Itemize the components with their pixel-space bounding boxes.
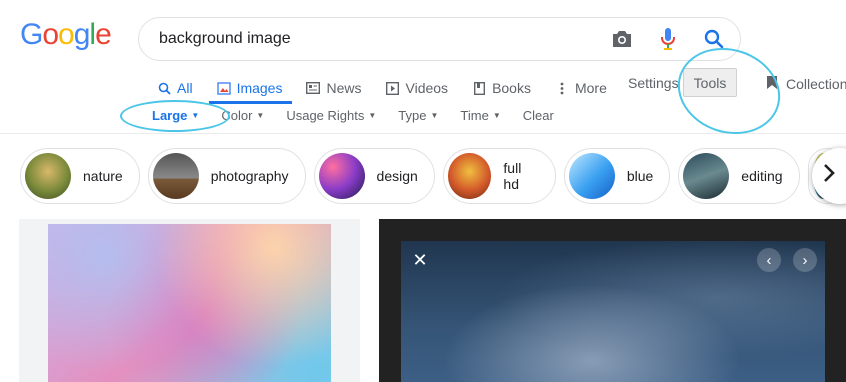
tab-label: Images bbox=[236, 80, 283, 96]
bookmark-icon bbox=[766, 75, 778, 93]
book-icon bbox=[472, 81, 486, 95]
filter-clear[interactable]: Clear bbox=[523, 108, 554, 123]
camera-icon[interactable] bbox=[610, 26, 634, 52]
collections-link[interactable]: Collections bbox=[766, 75, 846, 93]
chip-label: full hd bbox=[503, 160, 522, 192]
search-box[interactable]: background image bbox=[138, 17, 741, 61]
chip-thumbnail bbox=[447, 153, 492, 199]
filter-label: Usage Rights bbox=[286, 108, 365, 123]
chip-thumbnail bbox=[568, 153, 615, 199]
tab-news[interactable]: News bbox=[306, 74, 362, 102]
chip-label: photography bbox=[210, 168, 289, 184]
search-tabs: All Images News Videos Books More bbox=[157, 74, 631, 104]
chip-label: blue bbox=[626, 168, 654, 184]
filter-usage-rights[interactable]: Usage Rights ▼ bbox=[286, 108, 376, 123]
filter-label: Color bbox=[221, 108, 253, 123]
search-icon bbox=[157, 81, 171, 95]
tab-more[interactable]: More bbox=[555, 74, 607, 102]
caret-down-icon: ▼ bbox=[430, 111, 439, 120]
chip-editing[interactable]: editing bbox=[678, 148, 800, 204]
chip-label: design bbox=[376, 168, 418, 184]
tab-label: All bbox=[177, 80, 193, 96]
tab-images[interactable]: Images bbox=[208, 74, 293, 104]
close-icon[interactable]: ✕ bbox=[408, 248, 432, 272]
filter-type[interactable]: Type ▼ bbox=[398, 108, 438, 123]
tools-button[interactable]: Tools bbox=[683, 68, 737, 97]
image-icon bbox=[216, 81, 231, 95]
chip-thumbnail bbox=[683, 153, 730, 199]
tab-label: News bbox=[326, 80, 362, 96]
more-vert-icon bbox=[555, 81, 569, 95]
chip-thumbnail bbox=[152, 153, 199, 199]
tab-label: Videos bbox=[405, 80, 449, 96]
related-chips: nature photography design full hd blue e… bbox=[20, 148, 846, 204]
image-preview-panel: ✕ ‹ › bbox=[379, 219, 846, 382]
chip-label: editing bbox=[741, 168, 783, 184]
chip-design[interactable]: design bbox=[313, 148, 435, 204]
collections-label: Collections bbox=[786, 76, 846, 92]
chip-photography[interactable]: photography bbox=[147, 148, 306, 204]
chevron-left-icon[interactable]: ‹ bbox=[757, 248, 781, 272]
result-image[interactable] bbox=[48, 224, 331, 382]
tab-all[interactable]: All bbox=[157, 74, 193, 102]
chip-full-hd[interactable]: full hd bbox=[442, 148, 556, 204]
chip-thumbnail bbox=[25, 153, 71, 199]
image-filters: Large ▼ Color ▼ Usage Rights ▼ Type ▼ Time ▼ … bbox=[152, 108, 554, 123]
filter-color[interactable]: Color ▼ bbox=[221, 108, 264, 123]
filter-label: Large bbox=[152, 108, 188, 123]
chip-nature[interactable]: nature bbox=[20, 148, 140, 204]
settings-link[interactable]: Settings bbox=[628, 75, 679, 91]
caret-down-icon: ▼ bbox=[191, 111, 200, 120]
filter-size[interactable]: Large ▼ bbox=[152, 108, 199, 123]
caret-down-icon: ▼ bbox=[492, 111, 501, 120]
chip-label: nature bbox=[83, 168, 123, 184]
tab-label: More bbox=[574, 80, 607, 96]
filter-time[interactable]: Time ▼ bbox=[460, 108, 500, 123]
tab-videos[interactable]: Videos bbox=[386, 74, 449, 102]
header-divider bbox=[0, 133, 846, 134]
search-input[interactable]: background image bbox=[159, 30, 291, 48]
microphone-icon[interactable] bbox=[656, 26, 680, 52]
chevron-right-icon bbox=[822, 162, 836, 191]
chip-blue[interactable]: blue bbox=[563, 148, 671, 204]
result-thumbnail[interactable] bbox=[19, 219, 360, 382]
chevron-right-icon[interactable]: › bbox=[793, 248, 817, 272]
news-icon bbox=[306, 81, 321, 95]
play-icon bbox=[386, 81, 400, 95]
chip-thumbnail bbox=[318, 153, 365, 199]
search-icon[interactable] bbox=[702, 26, 726, 52]
tab-label: Books bbox=[492, 80, 531, 96]
caret-down-icon: ▼ bbox=[256, 111, 265, 120]
filter-label: Type bbox=[398, 108, 427, 123]
filter-label: Clear bbox=[522, 108, 554, 123]
caret-down-icon: ▼ bbox=[368, 111, 377, 120]
google-logo[interactable]: Google bbox=[20, 18, 112, 52]
filter-label: Time bbox=[460, 108, 489, 123]
tab-books[interactable]: Books bbox=[472, 74, 531, 102]
